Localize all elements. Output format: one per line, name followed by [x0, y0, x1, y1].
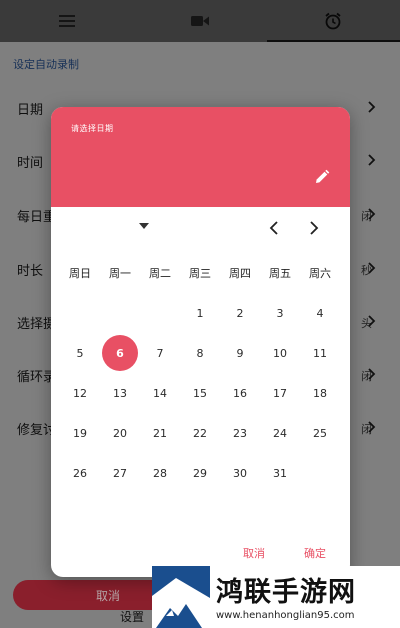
day-cell[interactable]: 25 — [300, 415, 340, 451]
date-picker-header: 请选择日期 — [51, 107, 350, 207]
day-cell[interactable]: 30 — [220, 455, 260, 491]
day-cell[interactable]: 5 — [60, 335, 100, 371]
selected-day-cell[interactable]: 6 — [100, 335, 140, 371]
calendar-week-row: 19 20 21 22 23 24 25 — [60, 415, 340, 451]
day-cell[interactable]: 10 — [260, 335, 300, 371]
weekday-label: 周三 — [189, 267, 211, 280]
day-cell[interactable]: 15 — [180, 375, 220, 411]
empty-day-cell — [60, 295, 100, 331]
day-cell[interactable]: 14 — [140, 375, 180, 411]
day-cell[interactable]: 28 — [140, 455, 180, 491]
day-cell[interactable]: 4 — [300, 295, 340, 331]
day-cell[interactable]: 21 — [140, 415, 180, 451]
weekday-label: 周四 — [229, 267, 251, 280]
watermark-logo — [152, 566, 210, 628]
cancel-button[interactable]: 取消 — [243, 545, 265, 561]
weekday-label: 周一 — [109, 267, 131, 280]
day-cell[interactable]: 29 — [180, 455, 220, 491]
day-cell[interactable]: 23 — [220, 415, 260, 451]
day-cell[interactable]: 19 — [60, 415, 100, 451]
dialog-title: 请选择日期 — [71, 124, 114, 133]
day-cell[interactable]: 1 — [180, 295, 220, 331]
day-cell[interactable]: 13 — [100, 375, 140, 411]
day-cell[interactable]: 27 — [100, 455, 140, 491]
next-month-icon[interactable] — [309, 221, 319, 235]
calendar-weeks: 1 2 3 4 5 6 7 8 9 10 11 12 13 14 15 16 17 18 19 20 21 22 23 24 2… — [60, 295, 340, 491]
day-cell[interactable]: 26 — [60, 455, 100, 491]
date-picker-dialog: 请选择日期 周日 周一 周二 周三 周四 周五 周六 1 2 3 4 5 6 7 8 9 10 11… — [51, 107, 350, 577]
calendar-week-row: 1234 — [60, 295, 340, 331]
day-cell[interactable]: 12 — [60, 375, 100, 411]
calendar-grid: 周日 周一 周二 周三 周四 周五 周六 1 2 3 4 5 6 7 8 9 10 11 12 13 14… — [60, 255, 340, 491]
day-cell[interactable]: 18 — [300, 375, 340, 411]
weekday-header-row: 周日 周一 周二 周三 周四 周五 周六 — [60, 255, 340, 291]
day-cell[interactable]: 16 — [220, 375, 260, 411]
ok-button[interactable]: 确定 — [304, 545, 326, 561]
calendar-week-row: 26 27 28 29 30 31 — [60, 455, 340, 491]
empty-day-cell — [100, 295, 140, 331]
previous-month-icon[interactable] — [269, 221, 279, 235]
month-year-dropdown-icon[interactable] — [139, 223, 149, 229]
watermark-text: 鸿联手游网 — [216, 577, 356, 608]
day-cell[interactable]: 3 — [260, 295, 300, 331]
day-cell[interactable]: 2 — [220, 295, 260, 331]
day-cell[interactable]: 7 — [140, 335, 180, 371]
day-cell[interactable]: 24 — [260, 415, 300, 451]
edit-pencil-icon[interactable] — [314, 169, 330, 185]
day-cell[interactable]: 31 — [260, 455, 300, 491]
day-cell[interactable]: 11 — [300, 335, 340, 371]
watermark: 鸿联手游网 www.henanhonglian95.com — [152, 566, 400, 628]
selected-day-label: 6 — [102, 335, 138, 371]
calendar-week-row: 5 6 7 8 9 10 11 — [60, 335, 340, 371]
background-setting-button[interactable]: 设置 — [120, 608, 144, 625]
day-cell[interactable]: 20 — [100, 415, 140, 451]
calendar-week-row: 12 13 14 15 16 17 18 — [60, 375, 340, 411]
weekday-label: 周二 — [149, 267, 171, 280]
empty-day-cell — [140, 295, 180, 331]
weekday-label: 周五 — [269, 267, 291, 280]
day-cell[interactable]: 9 — [220, 335, 260, 371]
weekday-label: 周六 — [309, 267, 331, 280]
day-cell[interactable]: 17 — [260, 375, 300, 411]
weekday-label: 周日 — [69, 267, 91, 280]
day-cell[interactable]: 22 — [180, 415, 220, 451]
day-cell[interactable]: 8 — [180, 335, 220, 371]
watermark-url: www.henanhonglian95.com — [216, 610, 355, 621]
empty-day-cell — [300, 455, 340, 491]
